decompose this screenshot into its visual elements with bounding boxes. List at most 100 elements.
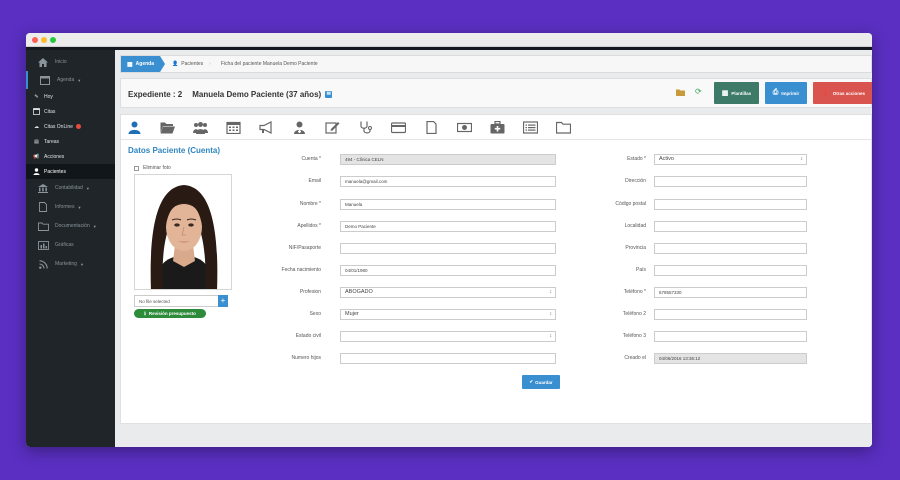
tab-tratamientos[interactable] [488, 119, 506, 135]
direccion-field[interactable] [654, 176, 807, 187]
imprimir-button[interactable]: ⎙ Imprimir [765, 82, 807, 104]
pais-field[interactable] [654, 265, 807, 276]
notification-badge [75, 124, 81, 129]
sidebar-item-hoy[interactable]: ✎ Hoy [26, 89, 115, 104]
refresh-icon[interactable]: ⟳ [695, 87, 702, 96]
sidebar-item-citas-online[interactable]: ☁ Citas OnLine [26, 119, 115, 134]
localidad-field[interactable] [654, 221, 807, 232]
breadcrumb-agenda[interactable]: ▦ Agenda [121, 56, 166, 72]
breadcrumb-pacientes[interactable]: 👤 Pacientes › [160, 61, 219, 67]
tab-informes[interactable] [422, 119, 440, 135]
otras-acciones-button[interactable]: ❗ Otras acciones [813, 82, 872, 104]
sidebar-item-acciones[interactable]: 📢 Acciones [26, 149, 115, 164]
estado-select[interactable]: Activo [654, 154, 807, 165]
sidebar-item-label: Agenda [57, 77, 75, 83]
tab-historia[interactable] [323, 119, 341, 135]
sidebar-item-label: Documentación [55, 223, 90, 229]
email-label: Email [308, 178, 321, 184]
sidebar-item-agenda[interactable]: Agenda ▼ [26, 71, 115, 89]
telefono-field[interactable]: 678557330 [654, 287, 807, 298]
cuenta-field[interactable]: 494 - Clínica CELN [340, 154, 556, 165]
breadcrumb-pacientes-label: Pacientes [181, 61, 204, 67]
breadcrumb-current-label: Ficha del paciente Manuela Demo Paciente [220, 61, 318, 67]
tab-archivos[interactable] [554, 119, 572, 135]
direccion-label: Dirección [625, 178, 646, 184]
close-window-button[interactable] [32, 37, 38, 43]
section-title: Datos Paciente (Cuenta) [128, 146, 221, 155]
tasks-icon: ▤ [34, 138, 39, 145]
sidebar-item-label: Marketing [55, 261, 77, 267]
sidebar-item-informes[interactable]: Informes ▼ [26, 198, 115, 216]
sexo-select[interactable]: Mujer [340, 309, 556, 320]
title-bar [26, 33, 872, 47]
fecha-nacimiento-label: Fecha nacimiento [281, 267, 321, 273]
eliminar-foto-checkbox[interactable] [134, 165, 139, 171]
tab-familiares[interactable] [191, 119, 209, 135]
photo-file-input[interactable]: No file selected [134, 295, 228, 307]
save-button[interactable]: ✔ Guardar [522, 375, 560, 389]
tab-presupuestos[interactable] [521, 119, 539, 135]
nif-field[interactable] [340, 243, 556, 254]
tab-citas[interactable] [224, 119, 242, 135]
estado-label: Estado * [627, 156, 646, 162]
sidebar-item-contabilidad[interactable]: Contabilidad ▼ [26, 179, 115, 197]
breadcrumb-current: Ficha del paciente Manuela Demo Paciente [219, 61, 326, 67]
tab-acciones[interactable] [257, 119, 275, 135]
caret-down-icon: ▼ [79, 261, 84, 267]
plantillas-label: Plantillas [731, 90, 752, 96]
tab-documentos[interactable] [158, 119, 176, 135]
patient-name: Manuela Demo Paciente (37 años) [192, 90, 322, 99]
tab-doctores[interactable] [290, 119, 308, 135]
stethoscope-icon [359, 121, 372, 133]
tab-consultas[interactable] [356, 119, 374, 135]
tab-datos-paciente[interactable] [125, 119, 143, 135]
revision-presupuesto-badge[interactable]: ℹ Revisión presupuesto [134, 309, 206, 318]
caret-down-icon: ▼ [85, 185, 90, 191]
list-icon [522, 120, 538, 134]
sidebar-item-marketing[interactable]: Marketing ▼ [26, 255, 115, 273]
eliminar-foto-label: Eliminar foto [143, 165, 171, 171]
patient-photo [134, 174, 232, 290]
sidebar-item-inicio[interactable]: Inicio [26, 53, 115, 71]
provincia-field[interactable] [654, 243, 807, 254]
creado-el-label: Creado el [624, 355, 646, 361]
user-icon [128, 121, 140, 134]
sidebar-item-pacientes[interactable]: Pacientes [26, 164, 115, 179]
sidebar-item-tareas[interactable]: ▤ Tareas [26, 134, 115, 149]
numero-hijos-field[interactable] [340, 353, 556, 364]
imprimir-label: Imprimir [781, 90, 800, 96]
file-icon [425, 120, 437, 134]
minimize-window-button[interactable] [41, 37, 47, 43]
estado-civil-select[interactable] [340, 331, 556, 342]
maximize-window-button[interactable] [50, 37, 56, 43]
bar-chart-icon [37, 240, 49, 250]
breadcrumb-separator: › [209, 61, 211, 67]
check-icon: ✔ [529, 379, 534, 384]
sidebar-item-citas[interactable]: Citas [26, 104, 115, 119]
calendar-icon [225, 121, 241, 134]
add-file-button[interactable]: + [218, 295, 228, 307]
plantillas-button[interactable]: ▦ Plantillas [714, 82, 759, 104]
codigo-postal-field[interactable] [654, 199, 807, 210]
user-icon [32, 167, 41, 177]
apellidos-field[interactable]: Demo Paciente [340, 221, 556, 232]
calendar-icon: ▦ [127, 61, 133, 68]
sidebar-item-documentacion[interactable]: Documentación ▼ [26, 217, 115, 235]
folder-icon[interactable] [676, 89, 685, 98]
main-area: ▦ Agenda 👤 Pacientes › Ficha del pacient… [115, 50, 872, 447]
sidebar-item-graficas[interactable]: Gráficas [26, 236, 115, 254]
tab-facturacion[interactable] [455, 119, 473, 135]
home-icon [37, 57, 49, 67]
telefono-3-field[interactable] [654, 331, 807, 342]
profesion-select[interactable]: ABOGADO [340, 287, 556, 298]
tab-pagos[interactable] [389, 119, 407, 135]
nombre-field[interactable]: Manuela [340, 199, 556, 210]
telefono-2-field[interactable] [654, 309, 807, 320]
info-icon[interactable]: ✉ [325, 91, 333, 99]
sexo-label: Sexo [309, 311, 321, 317]
email-field[interactable]: manuela@gmail.com [340, 176, 556, 187]
expediente-number: Expediente : 2 [128, 90, 183, 99]
fecha-nacimiento-field[interactable]: 04/01/1980 [340, 265, 556, 276]
megaphone-icon [258, 120, 272, 134]
patient-header: Expediente : 2 Manuela Demo Paciente (37 … [120, 78, 872, 108]
